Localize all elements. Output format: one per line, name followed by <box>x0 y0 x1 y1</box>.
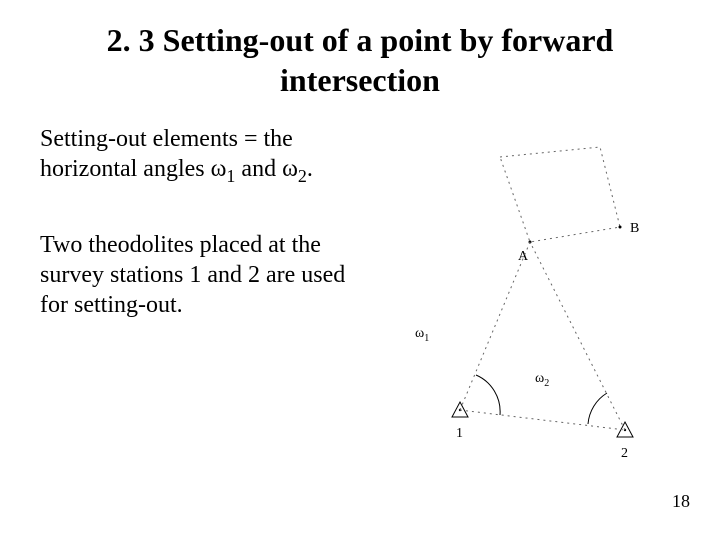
diagram-w2: ω <box>535 371 544 386</box>
diagram-w1: ω <box>415 326 424 341</box>
diagram-w1-sub: 1 <box>424 333 429 344</box>
diagram-station-2: 2 <box>617 422 633 461</box>
slide-title: 2. 3 Setting-out of a point by forward i… <box>40 20 680 100</box>
diagram-station-1-label: 1 <box>456 426 463 441</box>
omega-2-sub: 2 <box>298 166 307 186</box>
omega-2: ω <box>282 156 298 182</box>
p1-suffix: . <box>307 156 313 182</box>
svg-text:ω2: ω2 <box>535 371 549 389</box>
p1-and: and <box>235 156 282 182</box>
diagram-label-b: B <box>630 221 639 236</box>
diagram-label-a: A <box>518 249 529 264</box>
paragraph-1: Setting-out elements = the horizontal an… <box>40 124 360 184</box>
diagram-station-1: 1 <box>452 402 468 441</box>
intersection-diagram: A B 1 2 <box>370 132 670 462</box>
page-number: 18 <box>672 491 690 512</box>
diagram-column: A B 1 2 <box>370 124 670 462</box>
text-column: Setting-out elements = the horizontal an… <box>40 124 360 366</box>
diagram-w2-sub: 2 <box>544 378 549 389</box>
svg-text:ω1: ω1 <box>415 326 429 344</box>
omega-1: ω <box>211 156 227 182</box>
paragraph-2: Two theodolites placed at the survey sta… <box>40 230 360 320</box>
diagram-station-2-label: 2 <box>621 446 628 461</box>
